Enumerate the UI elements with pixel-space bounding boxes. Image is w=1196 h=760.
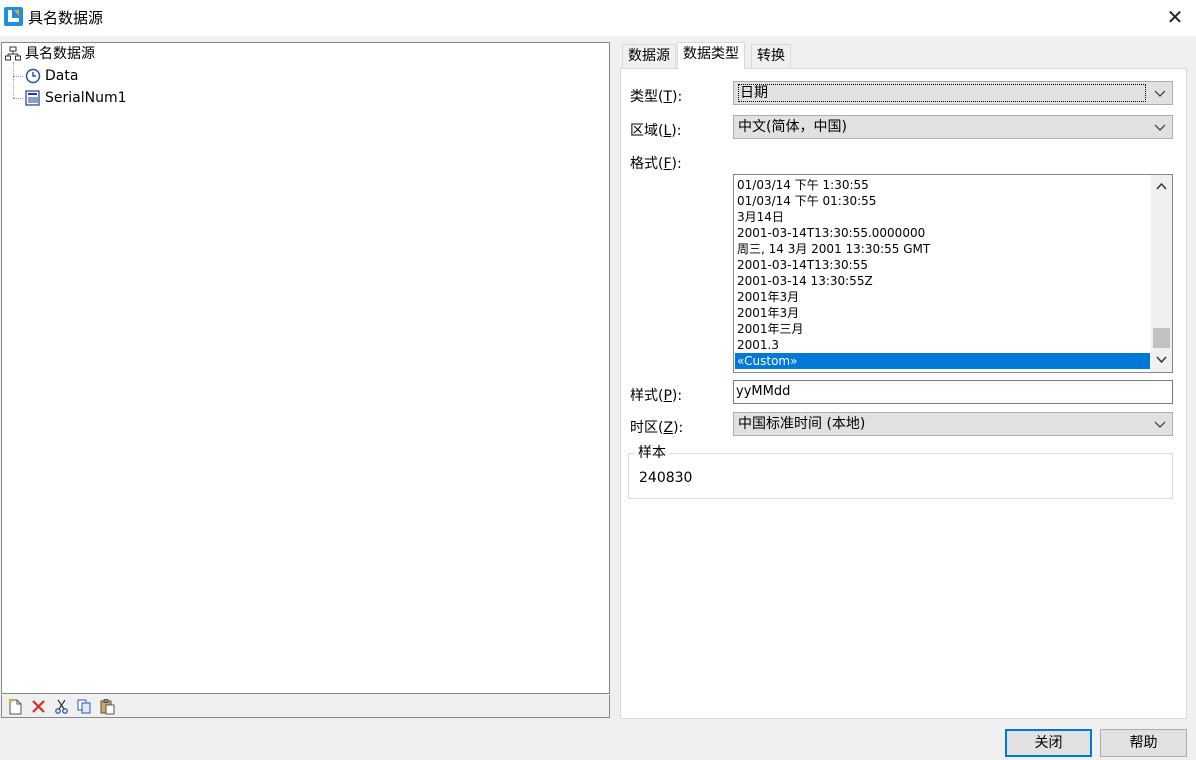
type-label: 类型(T):	[630, 89, 683, 105]
list-item[interactable]: 2001年3月	[737, 305, 1150, 321]
title-bar: 具名数据源 ✕	[0, 0, 1196, 36]
locale-select[interactable]: 中文(简体，中国)	[733, 115, 1173, 139]
tree-node-label: SerialNum1	[45, 90, 127, 106]
chevron-down-icon	[1154, 90, 1166, 97]
timezone-select-value: 中国标准时间 (本地)	[738, 416, 866, 432]
chevron-down-icon	[1154, 124, 1166, 131]
scroll-up-icon[interactable]	[1155, 180, 1168, 193]
list-item[interactable]: 2001-03-14T13:30:55.0000000	[737, 225, 1150, 241]
list-item[interactable]: 2001年3月	[737, 289, 1150, 305]
list-item[interactable]: 2001-03-14T13:30:55	[737, 257, 1150, 273]
paste-icon[interactable]	[99, 698, 116, 715]
format-listbox[interactable]: 01/03/14 下午 1:30:55 01/03/14 下午 01:30:55…	[733, 174, 1173, 373]
tab-content: 类型(T): 日期 区域(L): 中文(简体，中国) 格式(F): 01/03/…	[620, 68, 1187, 719]
format-list-scrollbar[interactable]	[1151, 175, 1172, 372]
format-label: 格式(F):	[630, 156, 682, 172]
tree-connector	[13, 98, 23, 99]
locale-label: 区域(L):	[630, 123, 682, 139]
delete-icon[interactable]	[30, 698, 47, 715]
new-item-icon[interactable]	[7, 698, 24, 715]
window-title: 具名数据源	[28, 9, 104, 27]
type-select-value: 日期	[738, 84, 1146, 102]
tree-root-icon	[5, 46, 21, 61]
locale-select-value: 中文(简体，中国)	[738, 119, 847, 135]
tree-node-label: Data	[45, 68, 79, 84]
list-item[interactable]: 3月14日	[737, 209, 1150, 225]
type-select[interactable]: 日期	[733, 81, 1173, 105]
timezone-select[interactable]: 中国标准时间 (本地)	[733, 412, 1173, 436]
list-item[interactable]: 01/03/14 下午 01:30:55	[737, 193, 1150, 209]
help-button[interactable]: 帮助	[1100, 729, 1187, 757]
chevron-down-icon	[1154, 421, 1166, 428]
scroll-down-icon[interactable]	[1155, 353, 1168, 366]
sample-group: 样本 240830	[628, 445, 1173, 499]
list-item[interactable]: 2001.3	[737, 337, 1150, 353]
datasource-tree[interactable]	[1, 42, 610, 694]
clock-icon	[25, 68, 41, 84]
close-window-button[interactable]: ✕	[1160, 3, 1190, 31]
list-item[interactable]: 2001年三月	[737, 321, 1150, 337]
sample-legend: 样本	[635, 445, 669, 461]
tab-datatype[interactable]: 数据类型	[677, 42, 745, 69]
tree-toolbar	[1, 695, 610, 718]
list-item[interactable]: 周三, 14 3月 2001 13:30:55 GMT	[737, 241, 1150, 257]
scrollbar-thumb[interactable]	[1153, 328, 1170, 348]
list-item-selected[interactable]: «Custom»	[735, 353, 1150, 369]
properties-panel: 数据源 数据类型 转换 类型(T): 日期 区域(L): 中文(简体，中国) 格…	[620, 42, 1187, 719]
tab-datasource[interactable]: 数据源	[622, 44, 676, 68]
close-icon: ✕	[1166, 5, 1184, 29]
close-button[interactable]: 关闭	[1005, 729, 1092, 757]
sample-value: 240830	[639, 470, 693, 486]
app-logo-icon	[4, 7, 23, 26]
tree-node-label: 具名数据源	[25, 46, 95, 62]
pattern-label: 样式(P):	[630, 388, 683, 404]
list-item[interactable]: 01/03/14 下午 1:30:55	[737, 177, 1150, 193]
tree-connector	[13, 76, 23, 77]
cut-icon[interactable]	[53, 698, 70, 715]
list-item[interactable]: 2001-03-14 13:30:55Z	[737, 273, 1150, 289]
tree-connector	[13, 62, 14, 98]
timezone-label: 时区(Z):	[630, 420, 684, 436]
copy-icon[interactable]	[76, 698, 93, 715]
serial-number-icon	[25, 90, 40, 106]
tab-conversion[interactable]: 转换	[751, 44, 791, 68]
pattern-input[interactable]: yyMMdd	[733, 380, 1173, 404]
